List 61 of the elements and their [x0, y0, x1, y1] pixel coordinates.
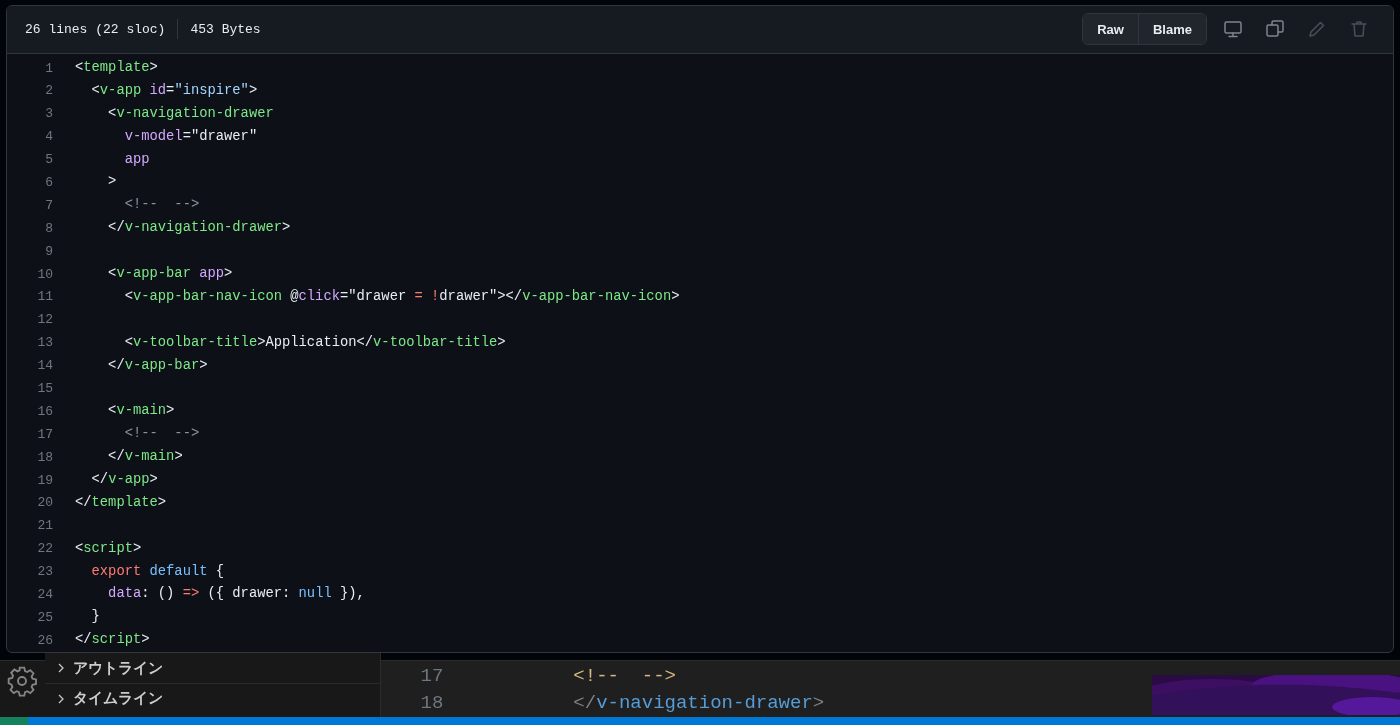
code-line: <v-app id="inspire">	[90, 81, 258, 100]
line-number: 5	[44, 151, 53, 170]
copy-icon[interactable]	[1265, 19, 1285, 40]
line-number: 1	[44, 59, 53, 78]
file-size: 453 Bytes	[190, 20, 261, 39]
code-line: </v-navigation-drawer>	[573, 691, 825, 717]
line-number: 24	[36, 586, 53, 604]
line-number: 20	[36, 494, 53, 513]
line-number: 22	[36, 540, 53, 559]
line-number: 12	[36, 311, 53, 330]
code-line: <!-- -->	[123, 196, 200, 215]
raw-button[interactable]: Raw	[1083, 14, 1138, 45]
line-number: 26	[36, 631, 53, 650]
line-number: 21	[36, 517, 53, 536]
blame-button[interactable]: Blame	[1137, 14, 1206, 45]
code-line: <v-app-bar app>	[107, 264, 233, 283]
code-line: <script>	[75, 539, 142, 558]
line-number: 4	[44, 128, 53, 147]
line-number: 8	[44, 219, 53, 238]
line-number: 6	[44, 174, 53, 192]
code-line: </v-app-bar>	[107, 356, 208, 375]
settings-icon[interactable]	[6, 665, 39, 697]
section-header[interactable]: アウトライン	[72, 656, 163, 680]
line-number: 14	[36, 357, 53, 376]
line-number: 2	[44, 82, 53, 101]
code-line: }	[90, 608, 100, 627]
code-line: <v-app-bar-nav-icon @click="drawer = !drawer"></v-app-bar-nav-icon>	[123, 287, 680, 306]
line-number: 11	[36, 288, 53, 307]
line-number: 16	[36, 402, 53, 421]
line-number: 18	[36, 448, 53, 467]
line-number: 3	[44, 105, 53, 124]
code-line: <template>	[75, 58, 158, 77]
code-line: <v-toolbar-title>Application</v-toolbar-title>	[123, 333, 506, 352]
code-line: <!-- -->	[573, 664, 676, 690]
section-header[interactable]: タイムライン	[72, 687, 163, 710]
line-number: 17	[36, 425, 53, 444]
code-line: export default {	[90, 562, 225, 581]
line-number: 17	[419, 664, 444, 690]
code-line: <!-- -->	[123, 425, 200, 444]
line-number: 13	[36, 334, 53, 353]
desktop-icon[interactable]	[1223, 19, 1243, 40]
line-number: 9	[44, 242, 53, 261]
code-line: v-model="drawer"	[123, 127, 258, 146]
line-number: 15	[36, 380, 53, 398]
line-count: 26 lines (22 sloc)	[25, 20, 166, 39]
line-number: 10	[36, 265, 53, 284]
line-number: 25	[36, 608, 53, 627]
code-line: <v-main>	[107, 402, 175, 421]
code-line: </v-app>	[90, 470, 158, 489]
code-line: </v-main>	[107, 448, 183, 467]
code-line: </script>	[75, 631, 150, 650]
code-line: </template>	[75, 493, 167, 512]
line-number: 19	[36, 471, 53, 490]
code-line: data: () => ({ drawer: null }),	[107, 585, 365, 604]
code-line: <v-navigation-drawer	[107, 104, 274, 123]
code-line: </v-navigation-drawer>	[107, 219, 291, 238]
line-number: 18	[419, 691, 444, 717]
line-number: 23	[36, 563, 53, 582]
code-line: app	[123, 150, 150, 169]
line-number: 7	[44, 196, 53, 215]
code-line: >	[107, 173, 117, 192]
